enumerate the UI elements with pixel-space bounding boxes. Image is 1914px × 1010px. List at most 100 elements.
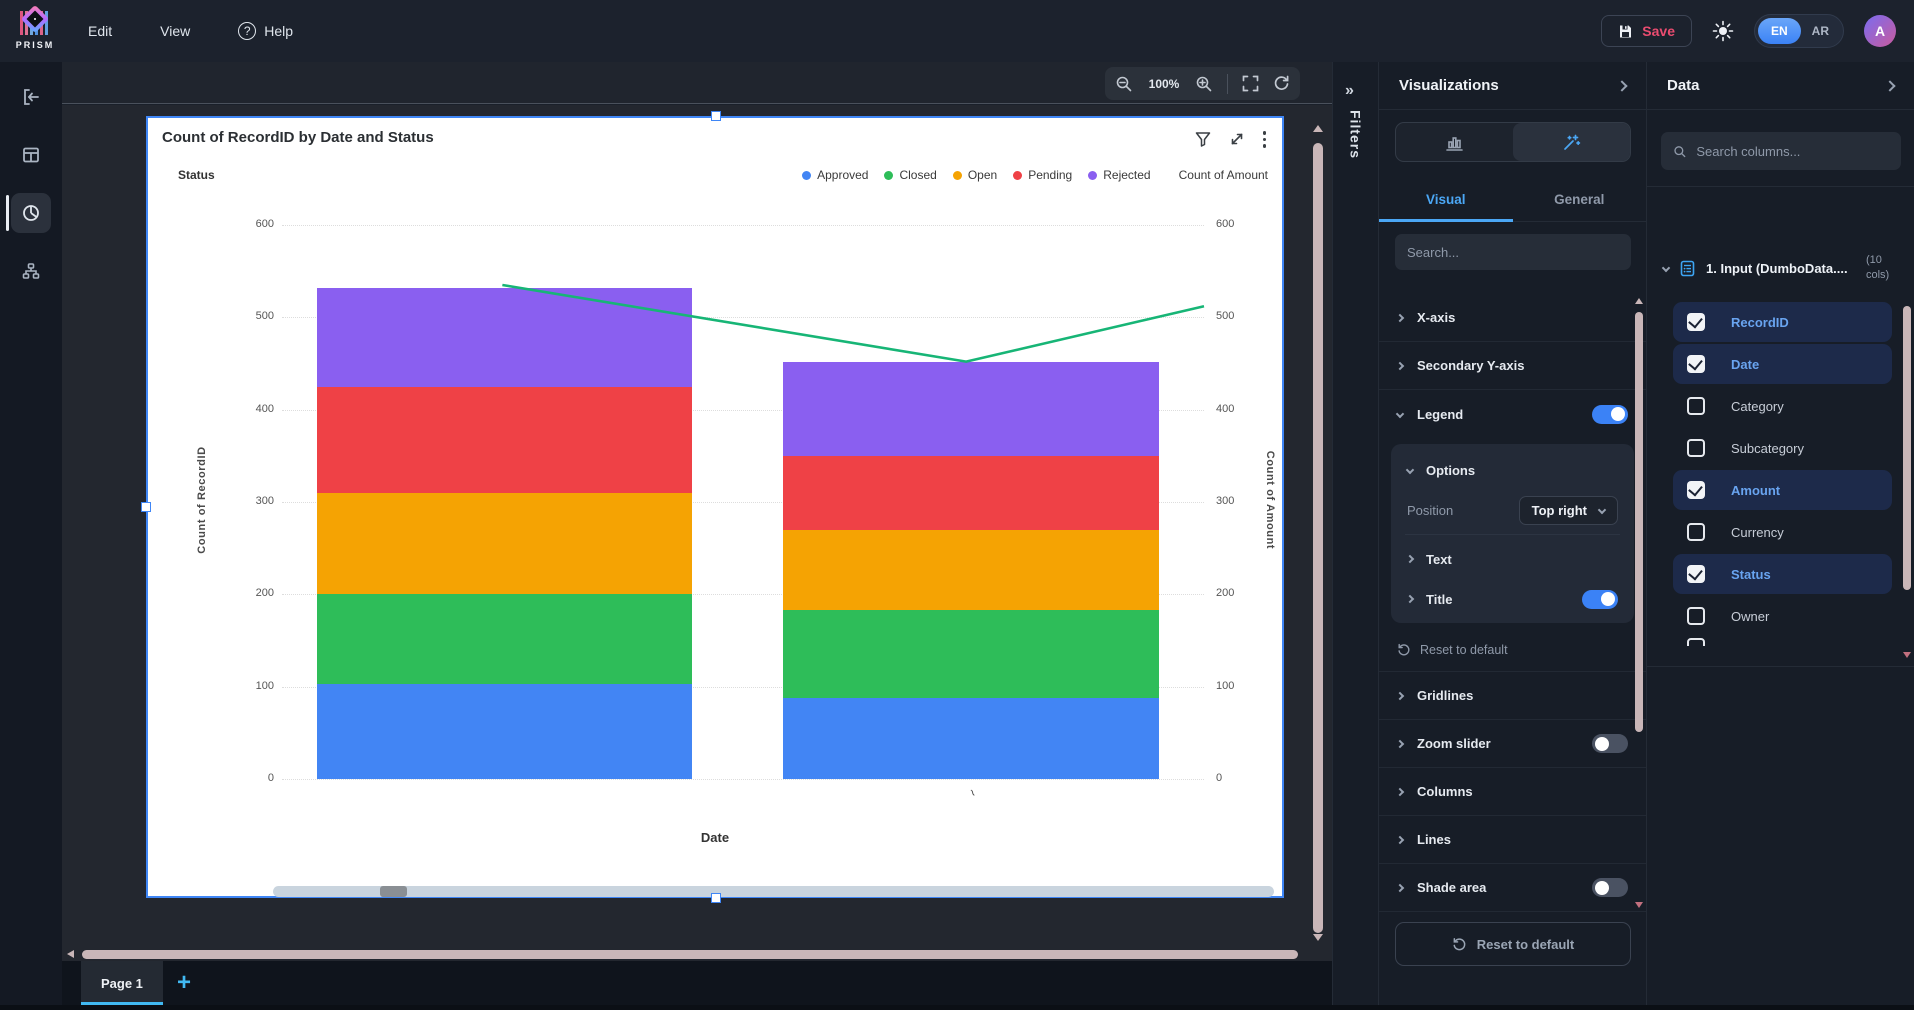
column-checkbox[interactable] bbox=[1687, 313, 1705, 331]
scroll-down-arrow[interactable] bbox=[1313, 934, 1323, 941]
prism-logo[interactable]: PRISM bbox=[8, 2, 62, 60]
expand-filters-icon[interactable]: » bbox=[1345, 82, 1354, 100]
legend-title-section[interactable]: Title bbox=[1391, 579, 1634, 619]
resize-handle-left[interactable] bbox=[141, 502, 151, 512]
column-row-partial[interactable] bbox=[1673, 638, 1892, 646]
column-row-subcategory[interactable]: Subcategory bbox=[1673, 428, 1892, 468]
language-toggle[interactable]: EN AR bbox=[1754, 14, 1844, 48]
reset-view-button[interactable] bbox=[1273, 75, 1290, 92]
chart-type-segment[interactable] bbox=[1396, 123, 1513, 161]
legend-item-approved[interactable]: Approved bbox=[802, 168, 868, 182]
legend-item-pending[interactable]: Pending bbox=[1013, 168, 1072, 182]
column-checkbox[interactable] bbox=[1687, 565, 1705, 583]
tree-expand-icon[interactable] bbox=[1662, 264, 1670, 272]
report-canvas[interactable]: Count of RecordID by Date and Status Sta… bbox=[62, 105, 1332, 948]
data-source-node[interactable]: 1. Input (DumboData.... (10 cols) bbox=[1647, 240, 1914, 296]
collapse-data-icon[interactable] bbox=[1884, 80, 1895, 91]
data-panel-scrollbar[interactable] bbox=[1903, 242, 1912, 672]
chart-expand-button[interactable] bbox=[1229, 131, 1245, 147]
canvas-vertical-scrollbar[interactable] bbox=[1312, 109, 1324, 941]
menu-help[interactable]: ? Help bbox=[238, 22, 293, 40]
legend-position-select[interactable]: Top right bbox=[1519, 496, 1618, 525]
visual-panel-scroll-thumb[interactable] bbox=[1635, 312, 1643, 732]
save-button[interactable]: Save bbox=[1601, 15, 1692, 47]
chart-menu-button[interactable] bbox=[1263, 131, 1267, 148]
column-row-date[interactable]: Date bbox=[1673, 344, 1892, 384]
collapse-sidebar-icon bbox=[21, 87, 41, 107]
column-row-recordid[interactable]: RecordID bbox=[1673, 302, 1892, 342]
resize-handle-bottom[interactable] bbox=[711, 893, 721, 903]
lang-ar-option[interactable]: AR bbox=[1801, 18, 1840, 44]
visual-search[interactable] bbox=[1395, 234, 1631, 270]
section-zoom-slider[interactable]: Zoom slider bbox=[1379, 720, 1646, 768]
legend-item-rejected[interactable]: Rejected bbox=[1088, 168, 1150, 182]
legend-text-section[interactable]: Text bbox=[1391, 539, 1634, 579]
scroll-left-arrow[interactable] bbox=[67, 950, 74, 958]
zoom-in-button[interactable] bbox=[1195, 75, 1213, 93]
column-row-status[interactable]: Status bbox=[1673, 554, 1892, 594]
zoom-slider-toggle[interactable] bbox=[1592, 734, 1628, 753]
legend-item-count-of-amount[interactable]: Count of Amount bbox=[1179, 168, 1268, 182]
legend-item-open[interactable]: Open bbox=[953, 168, 997, 182]
add-page-button[interactable]: + bbox=[162, 961, 206, 1005]
lang-en-option[interactable]: EN bbox=[1758, 18, 1801, 44]
data-search[interactable] bbox=[1661, 132, 1901, 170]
visual-search-input[interactable] bbox=[1407, 245, 1619, 260]
tab-visual[interactable]: Visual bbox=[1379, 178, 1513, 221]
section-markers[interactable]: Markers bbox=[1379, 912, 1646, 916]
section-gridlines[interactable]: Gridlines bbox=[1379, 672, 1646, 720]
filters-collapsed-panel[interactable]: » Filters bbox=[1332, 62, 1378, 1010]
fullscreen-button[interactable] bbox=[1242, 75, 1259, 92]
column-row-currency[interactable]: Currency bbox=[1673, 512, 1892, 552]
zoom-out-button[interactable] bbox=[1115, 75, 1133, 93]
column-checkbox[interactable] bbox=[1687, 607, 1705, 625]
shade-area-toggle[interactable] bbox=[1592, 878, 1628, 897]
sidebar-item-collapse[interactable] bbox=[0, 74, 62, 120]
section-legend[interactable]: Legend bbox=[1379, 390, 1646, 438]
canvas-vscroll-thumb[interactable] bbox=[1313, 143, 1323, 933]
canvas-hscroll-thumb[interactable] bbox=[82, 950, 1298, 959]
legend-toggle[interactable] bbox=[1592, 405, 1628, 424]
chart-zoom-scrollbar-thumb[interactable] bbox=[380, 886, 407, 897]
section-columns[interactable]: Columns bbox=[1379, 768, 1646, 816]
section-secondary-y-axis[interactable]: Secondary Y-axis bbox=[1379, 342, 1646, 390]
visual-panel-scrollbar[interactable] bbox=[1635, 294, 1644, 916]
legend-item-closed[interactable]: Closed bbox=[884, 168, 936, 182]
sidebar-item-hierarchy[interactable] bbox=[0, 248, 62, 294]
chart-zoom-scrollbar[interactable] bbox=[273, 886, 1274, 897]
section-x-axis[interactable]: X-axis bbox=[1379, 294, 1646, 342]
legend-options-header[interactable]: Options bbox=[1391, 450, 1634, 490]
section-lines[interactable]: Lines bbox=[1379, 816, 1646, 864]
legend-title-toggle[interactable] bbox=[1582, 590, 1618, 609]
filters-tab-label[interactable]: Filters bbox=[1348, 110, 1364, 159]
sidebar-item-charts[interactable] bbox=[0, 190, 62, 236]
column-row-amount[interactable]: Amount bbox=[1673, 470, 1892, 510]
theme-toggle-button[interactable] bbox=[1712, 20, 1734, 42]
reset-to-default-button[interactable]: Reset to default bbox=[1395, 922, 1631, 966]
data-search-input[interactable] bbox=[1696, 144, 1889, 159]
legend-options-card: Options Position Top right Text Title bbox=[1391, 444, 1634, 623]
column-row-category[interactable]: Category bbox=[1673, 386, 1892, 426]
menu-edit[interactable]: Edit bbox=[88, 23, 112, 39]
menu-view[interactable]: View bbox=[160, 23, 190, 39]
chart-filter-button[interactable] bbox=[1195, 131, 1211, 147]
scroll-up-arrow[interactable] bbox=[1313, 125, 1323, 132]
tab-general[interactable]: General bbox=[1513, 178, 1647, 221]
column-checkbox[interactable] bbox=[1687, 439, 1705, 457]
chart-widget[interactable]: Count of RecordID by Date and Status Sta… bbox=[146, 116, 1284, 898]
canvas-horizontal-scrollbar[interactable] bbox=[62, 948, 1332, 961]
page-tab-1[interactable]: Page 1 bbox=[81, 961, 163, 1005]
format-segment[interactable] bbox=[1513, 123, 1630, 161]
column-checkbox[interactable] bbox=[1687, 397, 1705, 415]
legend-reset-link[interactable]: Reset to default bbox=[1379, 631, 1646, 671]
column-checkbox[interactable] bbox=[1687, 523, 1705, 541]
column-checkbox[interactable] bbox=[1687, 355, 1705, 373]
column-checkbox[interactable] bbox=[1687, 481, 1705, 499]
section-shade-area[interactable]: Shade area bbox=[1379, 864, 1646, 912]
column-row-owner[interactable]: Owner bbox=[1673, 596, 1892, 636]
sidebar-item-table-view[interactable] bbox=[0, 132, 62, 178]
data-panel-scroll-thumb[interactable] bbox=[1903, 306, 1911, 590]
avatar[interactable]: A bbox=[1864, 15, 1896, 47]
resize-handle-top[interactable] bbox=[711, 111, 721, 121]
collapse-visualizations-icon[interactable] bbox=[1616, 80, 1627, 91]
